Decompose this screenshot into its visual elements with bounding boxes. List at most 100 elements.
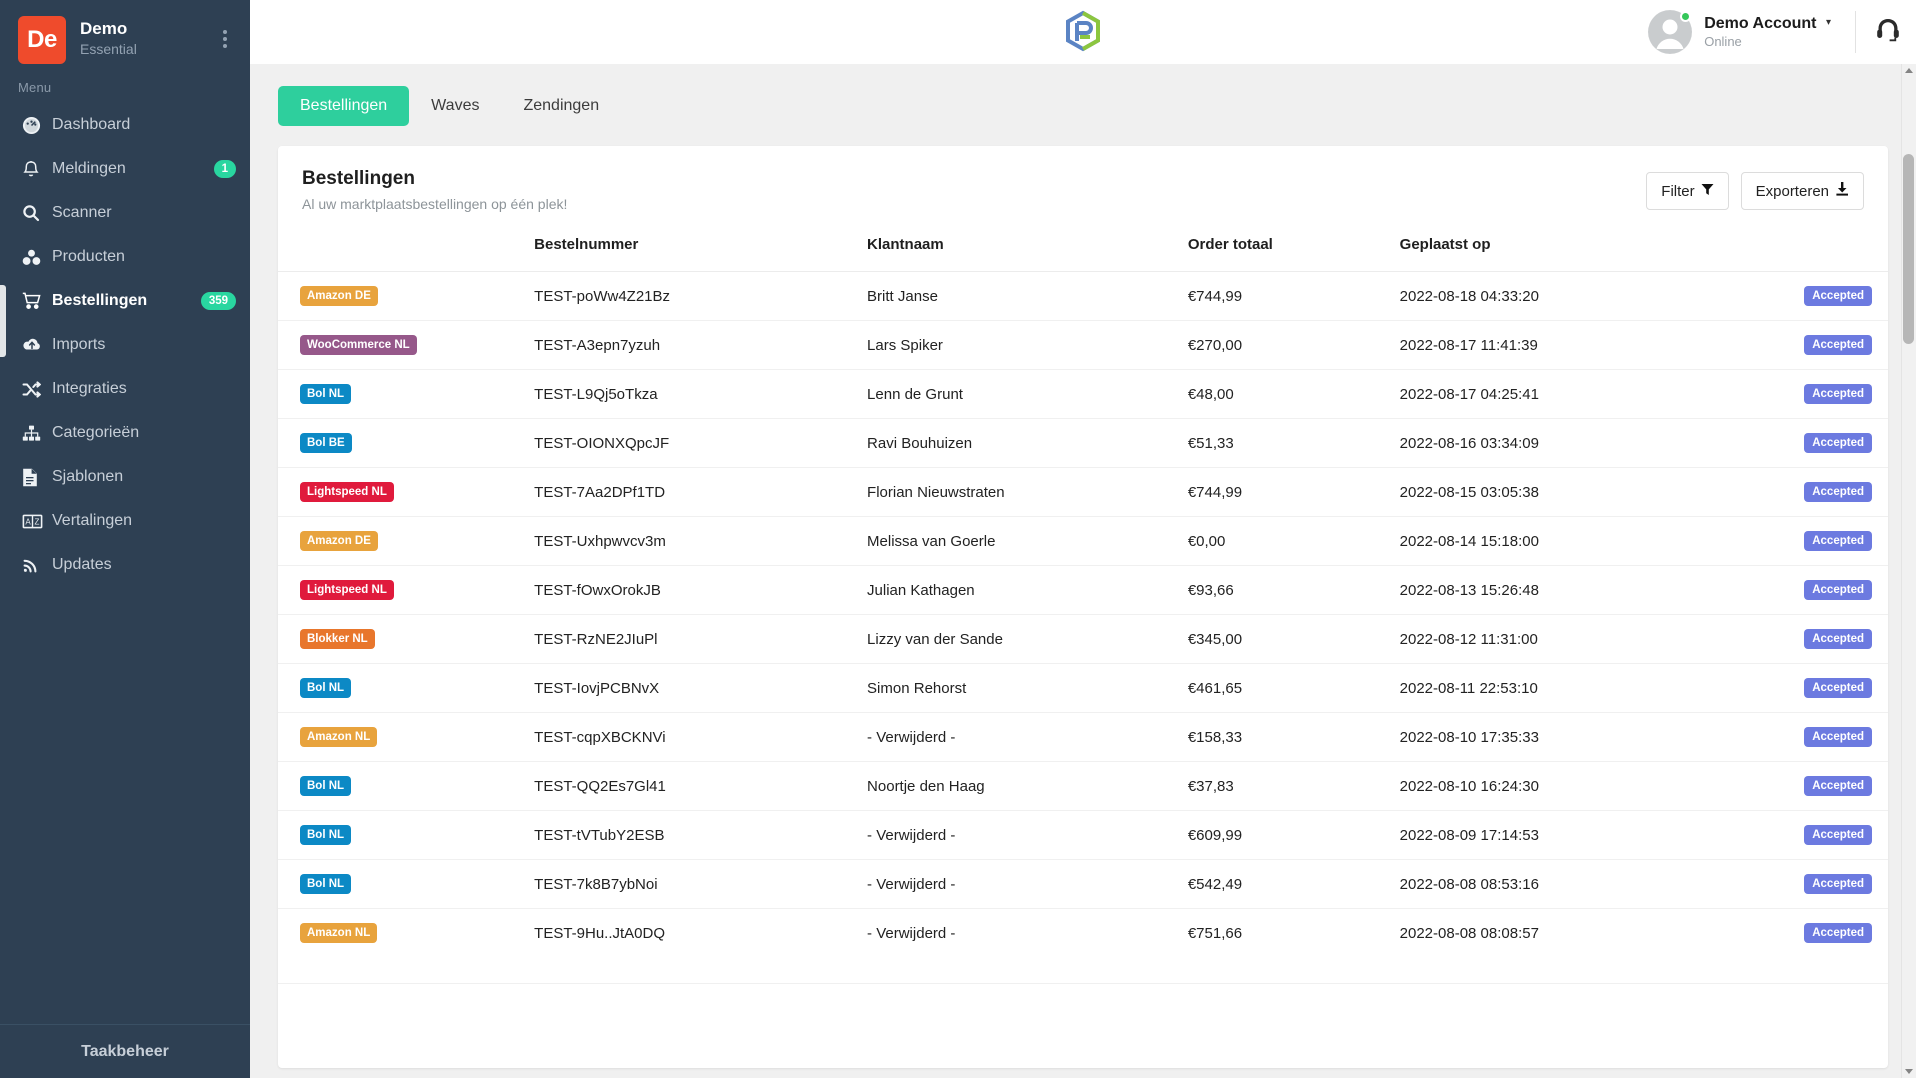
cell-order-number: TEST-IovjPCBNvX — [526, 663, 860, 713]
page-scrollbar[interactable] — [1901, 64, 1916, 1078]
cell-status: Accepted — [1706, 516, 1888, 566]
cell-order-number: TEST-7Aa2DPf1TD — [526, 467, 860, 517]
table-row[interactable]: Bol NL TEST-IovjPCBNvX Simon Rehorst €461,6… — [278, 663, 1888, 713]
status-badge: Accepted — [1804, 433, 1872, 453]
cell-status: Accepted — [1706, 369, 1888, 419]
cell-placed-at: 2022-08-10 16:24:30 — [1391, 761, 1707, 811]
table-row[interactable]: WooCommerce NL TEST-A3epn7yzuh Lars Spiker… — [278, 320, 1888, 370]
more-options-icon[interactable] — [214, 16, 236, 48]
sidebar-item-label: Categorieën — [52, 424, 140, 441]
boxes-icon — [22, 249, 52, 266]
page-title: Bestellingen — [302, 168, 415, 189]
filter-button[interactable]: Filter — [1646, 172, 1729, 210]
sidebar-item-sjablonen[interactable]: Sjablonen — [0, 455, 250, 499]
cell-marketplace: WooCommerce NL — [278, 320, 527, 370]
cell-order-number: TEST-QQ2Es7Gl41 — [526, 761, 860, 811]
app-root: De Demo Essential Menu Dashboard Meldinge… — [0, 0, 1916, 1078]
marketplace-badge: Amazon DE — [300, 286, 378, 306]
sidebar-item-vertalingen[interactable]: A Z Vertalingen — [0, 499, 250, 543]
tab-zendingen[interactable]: Zendingen — [501, 86, 621, 126]
table-row[interactable]: Amazon NL TEST-9Hu..JtA0DQ - Verwijderd - €… — [278, 908, 1888, 984]
status-badge: Accepted — [1804, 825, 1872, 845]
scroll-drag-handle[interactable] — [0, 285, 6, 357]
scroll-down-arrow-icon[interactable] — [1905, 1069, 1913, 1074]
cell-customer: Lizzy van der Sande — [859, 614, 1180, 664]
sidebar-item-producten[interactable]: Producten — [0, 235, 250, 279]
table-row[interactable]: Bol NL TEST-QQ2Es7Gl41 Noortje den Haag €37… — [278, 761, 1888, 811]
cell-customer: - Verwijderd - — [859, 859, 1180, 909]
scrollbar-thumb[interactable] — [1903, 154, 1914, 344]
marketplace-badge: Bol NL — [300, 384, 352, 404]
tab-waves[interactable]: Waves — [409, 86, 501, 126]
sidebar-item-label: Producten — [52, 248, 125, 265]
sidebar-item-categorien[interactable]: Categorieën — [0, 411, 250, 455]
account-menu[interactable]: Demo Account ▾ Online — [1704, 15, 1831, 49]
marketplace-badge: Bol NL — [300, 825, 352, 845]
tab-bestellingen[interactable]: Bestellingen — [278, 86, 410, 126]
cell-marketplace: Lightspeed NL — [278, 467, 527, 517]
cell-placed-at: 2022-08-17 11:41:39 — [1391, 320, 1707, 370]
table-row[interactable]: Bol NL TEST-tVTubY2ESB - Verwijderd - €609,… — [278, 810, 1888, 860]
column-total: Order totaal — [1179, 222, 1392, 272]
topbar-right: Demo Account ▾ Online — [1648, 0, 1916, 64]
orders-table: Bestelnummer Klantnaam Order totaal Gepl… — [278, 222, 1888, 984]
sidebar-item-meldingen[interactable]: Meldingen 1 — [0, 147, 250, 191]
table-row[interactable]: Blokker NL TEST-RzNE2JIuPl Lizzy van der S… — [278, 614, 1888, 664]
cell-order-number: TEST-RzNE2JIuPl — [526, 614, 860, 664]
marketplace-badge: Amazon NL — [300, 923, 378, 943]
main-area: Demo Account ▾ Online Bestellingen Waves… — [250, 0, 1916, 1078]
cell-marketplace: Bol NL — [278, 810, 527, 860]
cell-customer: Simon Rehorst — [859, 663, 1180, 713]
cell-marketplace: Bol BE — [278, 418, 527, 468]
sidebar-item-dashboard[interactable]: Dashboard — [0, 103, 250, 147]
card-actions: Filter Exporteren — [1646, 168, 1864, 210]
sitemap-icon — [22, 425, 52, 442]
cell-marketplace: Amazon DE — [278, 516, 527, 566]
cell-status: Accepted — [1706, 418, 1888, 468]
export-label: Exporteren — [1755, 182, 1829, 200]
cell-placed-at: 2022-08-08 08:08:57 — [1391, 908, 1707, 984]
cell-order-number: TEST-cqpXBCKNVi — [526, 712, 860, 762]
column-status — [1706, 222, 1888, 272]
table-row[interactable]: Bol NL TEST-7k8B7ybNoi - Verwijderd - €542,… — [278, 859, 1888, 909]
card-header: Bestellingen Al uw marktplaatsbestelling… — [278, 146, 1888, 222]
table-row[interactable]: Bol NL TEST-L9Qj5oTkza Lenn de Grunt €48,00… — [278, 369, 1888, 419]
table-row[interactable]: Amazon NL TEST-cqpXBCKNVi - Verwijderd - €1… — [278, 712, 1888, 762]
svg-text:Z: Z — [35, 517, 40, 526]
cell-status: Accepted — [1706, 908, 1888, 984]
table-row[interactable]: Bol BE TEST-OIONXQpcJF Ravi Bouhuizen €51,3… — [278, 418, 1888, 468]
export-button[interactable]: Exporteren — [1740, 172, 1864, 210]
table-row[interactable]: Lightspeed NL TEST-fOwxOrokJB Julian Katha… — [278, 565, 1888, 615]
sidebar-item-integraties[interactable]: Integraties — [0, 367, 250, 411]
page-subtitle: Al uw marktplaatsbestellingen op één ple… — [302, 196, 568, 212]
sidebar-item-scanner[interactable]: Scanner — [0, 191, 250, 235]
avatar[interactable] — [1648, 10, 1693, 54]
cell-total: €158,33 — [1179, 712, 1392, 762]
rss-icon — [22, 556, 52, 574]
bell-icon — [22, 160, 52, 179]
table-row[interactable]: Amazon DE TEST-poWw4Z21Bz Britt Janse €744,… — [278, 271, 1888, 321]
sidebar-item-taakbeheer[interactable]: Taakbeheer — [0, 1024, 250, 1078]
table-row[interactable]: Amazon DE TEST-Uxhpwvcv3m Melissa van Goer… — [278, 516, 1888, 566]
cell-marketplace: Amazon NL — [278, 908, 527, 984]
table-row[interactable]: Lightspeed NL TEST-7Aa2DPf1TD Florian Nieu… — [278, 467, 1888, 517]
cell-customer: Melissa van Goerle — [859, 516, 1180, 566]
sidebar-item-updates[interactable]: Updates — [0, 543, 250, 587]
sidebar: De Demo Essential Menu Dashboard Meldinge… — [0, 0, 250, 1078]
sidebar-item-badge: 1 — [213, 160, 236, 178]
column-placed-at: Geplaatst op — [1391, 222, 1707, 272]
sidebar-item-bestellingen[interactable]: Bestellingen 359 — [0, 279, 250, 323]
scroll-up-arrow-icon[interactable] — [1905, 68, 1913, 73]
tab-bar: Bestellingen Waves Zendingen — [250, 86, 1916, 126]
headset-icon[interactable] — [1874, 16, 1902, 49]
column-marketplace — [278, 222, 527, 272]
shuffle-icon — [22, 380, 52, 398]
content-area: Bestellingen Waves Zendingen Bestellingen … — [250, 64, 1916, 1078]
cell-status: Accepted — [1706, 467, 1888, 517]
funnel-icon — [1701, 183, 1714, 200]
cell-customer: Lenn de Grunt — [859, 369, 1180, 419]
sidebar-item-imports[interactable]: Imports — [0, 323, 250, 367]
marketplace-badge: Amazon NL — [300, 727, 378, 747]
cell-customer: Britt Janse — [859, 271, 1180, 321]
cell-marketplace: Blokker NL — [278, 614, 527, 664]
